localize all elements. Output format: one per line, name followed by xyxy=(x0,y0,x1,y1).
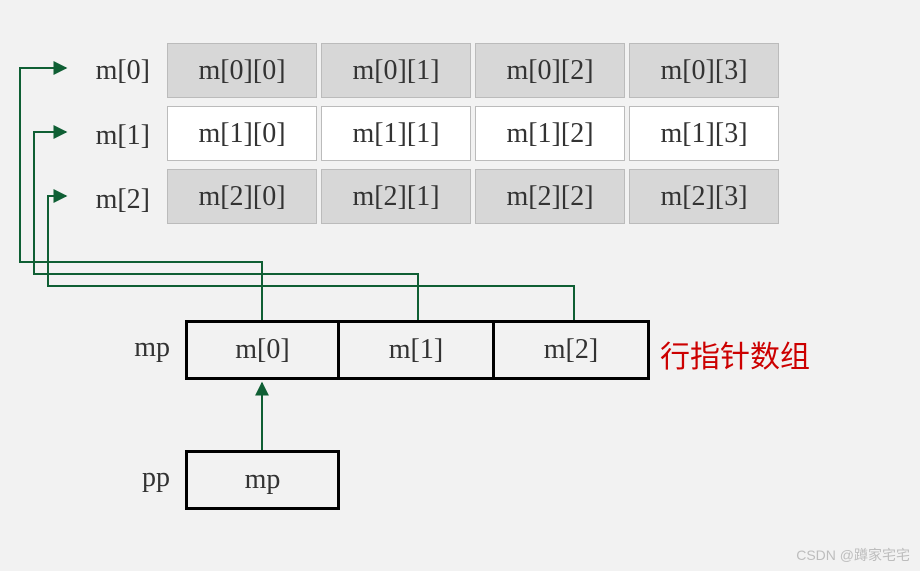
mp-array: m[0] m[1] m[2] xyxy=(185,320,650,380)
row-label-2: m[2] xyxy=(70,184,150,216)
mp-cell-1: m[1] xyxy=(340,320,495,380)
matrix-row-0: m[0][0] m[0][1] m[0][2] m[0][3] xyxy=(167,43,779,98)
mp-label: mp xyxy=(100,332,170,364)
matrix-grid: m[0][0] m[0][1] m[0][2] m[0][3] m[1][0] … xyxy=(163,35,783,232)
matrix-cell: m[1][3] xyxy=(629,106,779,161)
row-label-0: m[0] xyxy=(70,55,150,87)
matrix-cell: m[2][1] xyxy=(321,169,471,224)
matrix-cell: m[2][3] xyxy=(629,169,779,224)
matrix-cell: m[0][2] xyxy=(475,43,625,98)
matrix-cell: m[1][1] xyxy=(321,106,471,161)
pp-box: mp xyxy=(185,450,340,510)
matrix-cell: m[2][0] xyxy=(167,169,317,224)
mp-cell-2: m[2] xyxy=(495,320,650,380)
watermark: CSDN @蹲家宅宅 xyxy=(796,545,910,565)
mp-annotation: 行指针数组 xyxy=(660,332,810,376)
row-label-1: m[1] xyxy=(70,120,150,152)
matrix-row-2: m[2][0] m[2][1] m[2][2] m[2][3] xyxy=(167,169,779,224)
matrix-cell: m[0][1] xyxy=(321,43,471,98)
matrix-cell: m[1][2] xyxy=(475,106,625,161)
matrix-cell: m[0][3] xyxy=(629,43,779,98)
mp-cell-0: m[0] xyxy=(185,320,340,380)
matrix-cell: m[0][0] xyxy=(167,43,317,98)
matrix-cell: m[1][0] xyxy=(167,106,317,161)
matrix-cell: m[2][2] xyxy=(475,169,625,224)
matrix-row-1: m[1][0] m[1][1] m[1][2] m[1][3] xyxy=(167,106,779,161)
pp-label: pp xyxy=(100,462,170,494)
